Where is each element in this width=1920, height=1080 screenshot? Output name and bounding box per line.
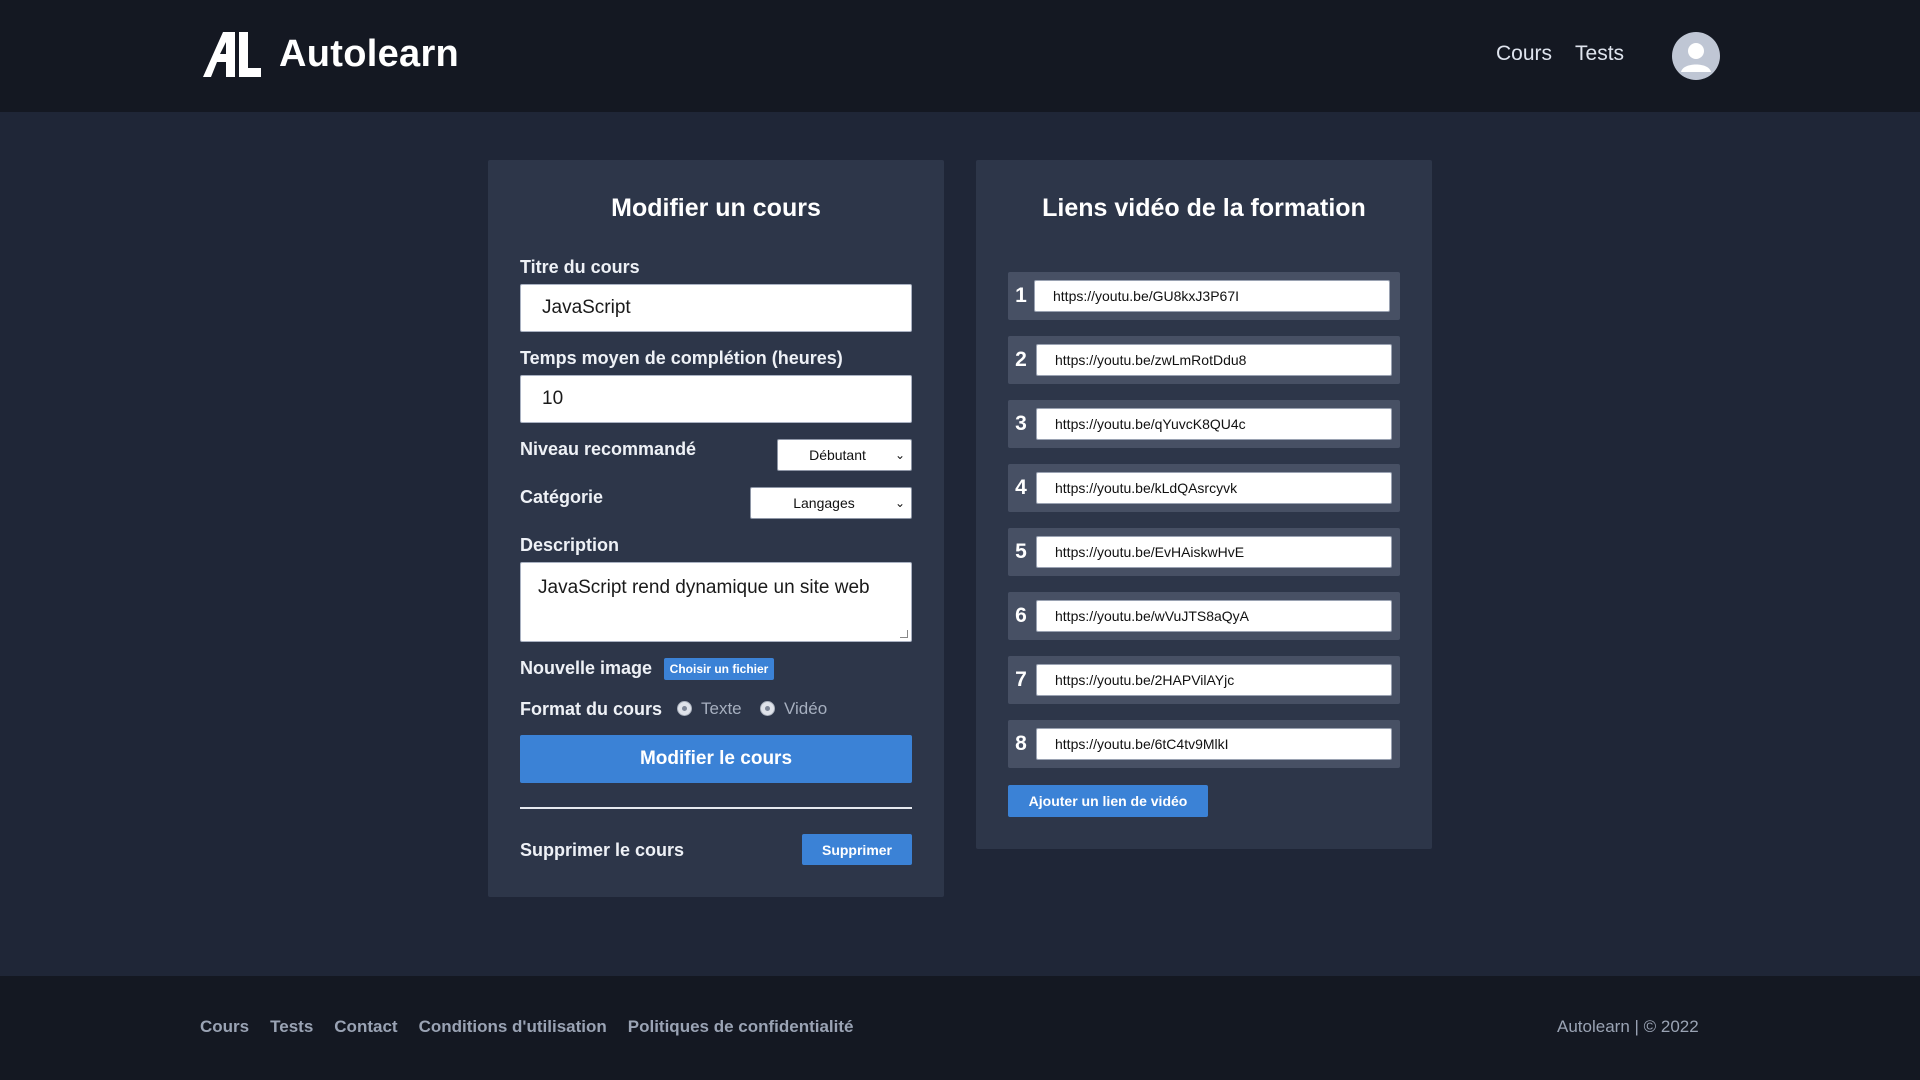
nav-link-cours[interactable]: Cours bbox=[1496, 42, 1552, 66]
footer-link-cours[interactable]: Cours bbox=[200, 1017, 249, 1037]
video-links-title: Liens vidéo de la formation bbox=[1042, 194, 1366, 222]
course-title-label: Titre du cours bbox=[520, 257, 640, 277]
chevron-down-icon: ⌄ bbox=[894, 496, 905, 510]
course-title-input[interactable] bbox=[520, 284, 912, 332]
edit-course-title: Modifier un cours bbox=[611, 194, 821, 222]
category-label: Catégorie bbox=[520, 487, 604, 507]
edit-course-card: Modifier un cours Titre du cours Temps m… bbox=[488, 160, 944, 897]
delete-button[interactable]: Supprimer bbox=[802, 834, 912, 865]
radio-format-texte[interactable] bbox=[677, 701, 692, 716]
radio-format-video[interactable] bbox=[760, 701, 775, 716]
description-text: JavaScript rend dynamique un site web bbox=[538, 577, 870, 598]
video-link-input[interactable]: https://youtu.be/EvHAiskwHvE bbox=[1036, 536, 1392, 568]
divider bbox=[520, 807, 912, 809]
autolearn-logo-icon bbox=[203, 32, 261, 77]
video-link-number: 4 bbox=[1015, 476, 1027, 499]
category-select-value: Langages bbox=[793, 495, 855, 511]
video-link-row: 8 https://youtu.be/6tC4tv9MlkI bbox=[1008, 720, 1400, 768]
video-link-number: 1 bbox=[1015, 284, 1027, 307]
video-link-input[interactable]: https://youtu.be/GU8kxJ3P67I bbox=[1034, 280, 1390, 312]
level-label: Niveau recommandé bbox=[520, 439, 697, 459]
page-footer: Cours Tests Contact Conditions d'utilisa… bbox=[0, 976, 1920, 1080]
video-link-row: 1 https://youtu.be/GU8kxJ3P67I bbox=[1008, 272, 1400, 320]
footer-link-privacy[interactable]: Politiques de confidentialité bbox=[628, 1017, 854, 1037]
level-select-value: Débutant bbox=[809, 447, 866, 463]
video-link-input[interactable]: https://youtu.be/6tC4tv9MlkI bbox=[1036, 728, 1392, 760]
chevron-down-icon: ⌄ bbox=[894, 448, 905, 462]
person-icon bbox=[1681, 43, 1711, 72]
video-link-number: 5 bbox=[1015, 540, 1027, 563]
category-select[interactable]: Langages ⌄ bbox=[750, 487, 912, 519]
video-link-row: 4 https://youtu.be/kLdQAsrcyvk bbox=[1008, 464, 1400, 512]
video-link-row: 3 https://youtu.be/qYuvcK8QU4c bbox=[1008, 400, 1400, 448]
video-link-number: 3 bbox=[1015, 412, 1027, 435]
completion-time-label: Temps moyen de complétion (heures) bbox=[520, 348, 843, 368]
footer-link-contact[interactable]: Contact bbox=[334, 1017, 397, 1037]
video-link-number: 6 bbox=[1015, 604, 1027, 627]
choose-file-button[interactable]: Choisir un fichier bbox=[664, 658, 774, 680]
modify-course-button[interactable]: Modifier le cours bbox=[520, 735, 912, 783]
user-avatar-icon[interactable] bbox=[1672, 32, 1720, 80]
footer-link-terms[interactable]: Conditions d'utilisation bbox=[419, 1017, 607, 1037]
top-header: Autolearn Cours Tests bbox=[0, 0, 1920, 112]
format-label: Format du cours bbox=[520, 699, 663, 719]
footer-link-tests[interactable]: Tests bbox=[270, 1017, 313, 1037]
video-link-input[interactable]: https://youtu.be/zwLmRotDdu8 bbox=[1036, 344, 1392, 376]
main-nav: Cours Tests bbox=[1496, 42, 1624, 66]
footer-nav: Cours Tests Contact Conditions d'utilisa… bbox=[200, 1017, 854, 1037]
video-link-number: 2 bbox=[1015, 348, 1027, 371]
brand-logo[interactable]: Autolearn bbox=[201, 30, 459, 78]
delete-course-label: Supprimer le cours bbox=[520, 840, 685, 860]
radio-label-texte: Texte bbox=[701, 699, 742, 718]
video-link-input[interactable]: https://youtu.be/kLdQAsrcyvk bbox=[1036, 472, 1392, 504]
new-image-label: Nouvelle image bbox=[520, 658, 653, 678]
video-link-input[interactable]: https://youtu.be/2HAPVilAYjc bbox=[1036, 664, 1392, 696]
add-video-link-button[interactable]: Ajouter un lien de vidéo bbox=[1008, 785, 1208, 817]
video-link-input[interactable]: https://youtu.be/qYuvcK8QU4c bbox=[1036, 408, 1392, 440]
video-link-row: 5 https://youtu.be/EvHAiskwHvE bbox=[1008, 528, 1400, 576]
video-link-row: 2 https://youtu.be/zwLmRotDdu8 bbox=[1008, 336, 1400, 384]
brand-name: Autolearn bbox=[279, 32, 460, 75]
radio-label-video: Vidéo bbox=[784, 699, 828, 718]
video-link-number: 8 bbox=[1015, 732, 1027, 755]
completion-time-input[interactable] bbox=[520, 375, 912, 423]
video-link-row: 6 https://youtu.be/wVuJTS8aQyA bbox=[1008, 592, 1400, 640]
copyright-text: Autolearn | © 2022 bbox=[1557, 1017, 1699, 1036]
level-select[interactable]: Débutant ⌄ bbox=[777, 439, 912, 471]
description-textarea[interactable]: JavaScript rend dynamique un site web bbox=[520, 562, 912, 642]
description-label: Description bbox=[520, 535, 620, 555]
video-link-input[interactable]: https://youtu.be/wVuJTS8aQyA bbox=[1036, 600, 1392, 632]
video-links-card: Liens vidéo de la formation 1 https://yo… bbox=[976, 160, 1432, 849]
nav-link-tests[interactable]: Tests bbox=[1575, 42, 1624, 66]
video-link-number: 7 bbox=[1015, 668, 1027, 691]
video-link-row: 7 https://youtu.be/2HAPVilAYjc bbox=[1008, 656, 1400, 704]
resize-handle-icon[interactable] bbox=[900, 630, 908, 638]
